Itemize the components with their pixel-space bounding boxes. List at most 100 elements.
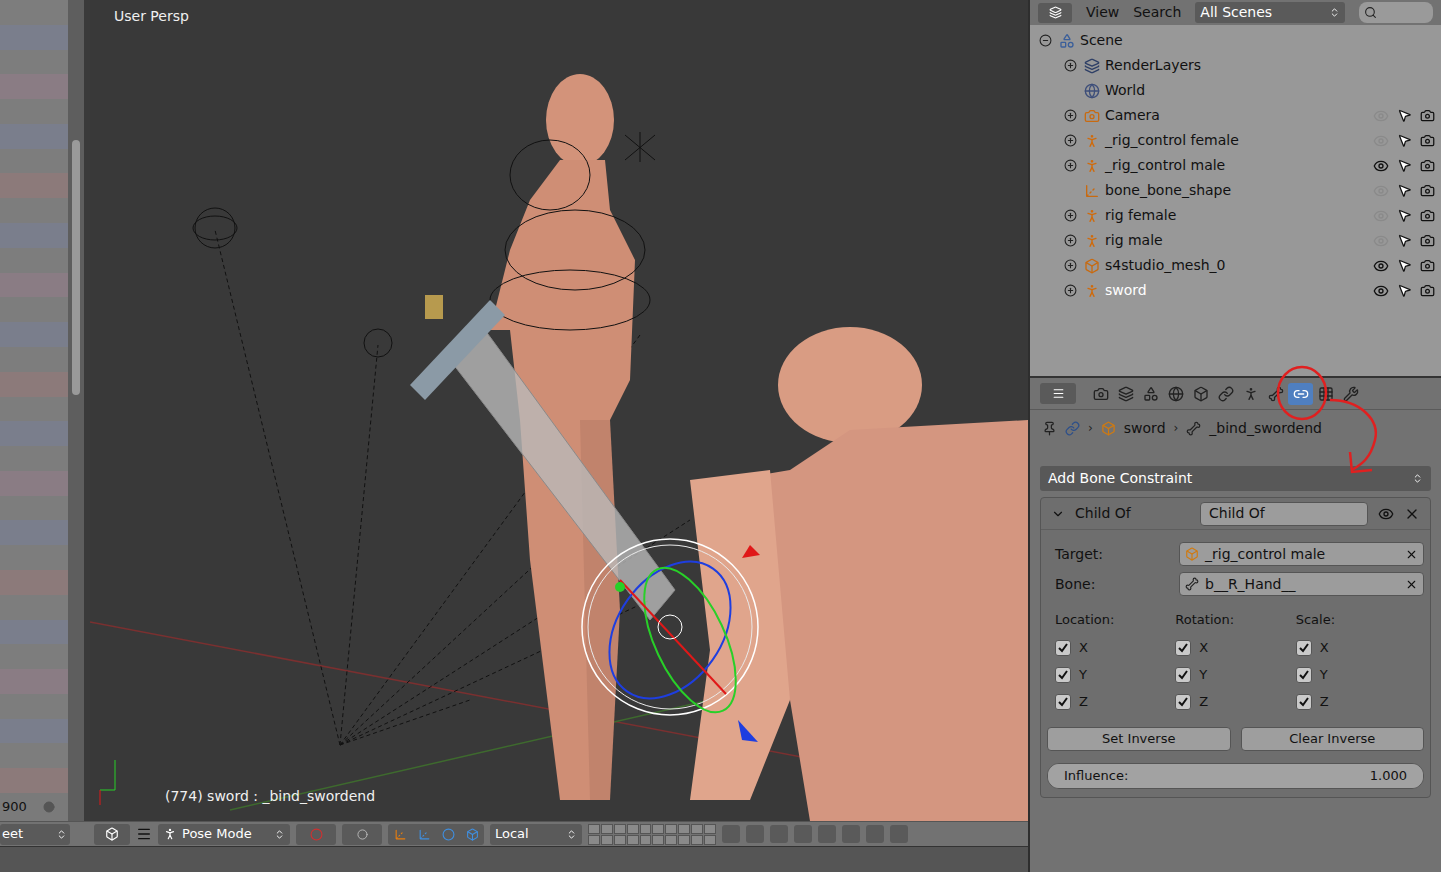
editor-type-button[interactable] [1038, 3, 1072, 23]
outliner-row[interactable]: s4studio_mesh_0 [1030, 253, 1441, 278]
collapse-icon[interactable] [1051, 507, 1065, 521]
pivot-button[interactable] [342, 824, 382, 845]
outliner-item-name[interactable]: rig male [1105, 230, 1163, 251]
select-icon[interactable] [1397, 233, 1412, 248]
layer-grid[interactable] [588, 824, 716, 845]
scrollbar-thumb[interactable] [72, 140, 80, 395]
delete-constraint-icon[interactable] [1404, 506, 1420, 522]
outliner-row[interactable]: World [1030, 78, 1441, 103]
axis-checkbox[interactable]: Z [1296, 688, 1416, 715]
editor-type-button[interactable] [1040, 383, 1076, 404]
properties-tab[interactable] [1288, 383, 1313, 405]
outliner-row[interactable]: _rig_control female [1030, 128, 1441, 153]
axis-checkbox[interactable]: X [1296, 634, 1416, 661]
clear-field-icon[interactable] [1405, 578, 1418, 591]
properties-tab[interactable] [1338, 383, 1363, 405]
outliner-item-name[interactable]: Camera [1105, 105, 1160, 126]
axis-checkbox[interactable]: Y [1055, 661, 1175, 688]
mode-dropdown[interactable]: Pose Mode [158, 824, 290, 845]
select-icon[interactable] [1397, 283, 1412, 298]
visibility-icon[interactable] [1373, 158, 1389, 174]
visibility-icon[interactable] [1373, 133, 1389, 149]
visibility-icon[interactable] [1373, 283, 1389, 299]
outliner-item-name[interactable]: sword [1105, 280, 1147, 301]
orientation-dropdown[interactable]: Local [490, 824, 582, 845]
properties-tab[interactable] [1238, 383, 1263, 405]
properties-tab[interactable] [1263, 383, 1288, 405]
header-tool-button[interactable] [866, 825, 884, 843]
select-icon[interactable] [1397, 158, 1412, 173]
axis-checkbox[interactable]: Y [1296, 661, 1416, 688]
axis-checkbox[interactable]: Z [1055, 688, 1175, 715]
scene-filter-dropdown[interactable]: All Scenes [1195, 2, 1345, 23]
outliner-row[interactable]: bone_bone_shape [1030, 178, 1441, 203]
select-icon[interactable] [1397, 108, 1412, 123]
render-icon[interactable] [1420, 283, 1435, 298]
outliner-item-name[interactable]: World [1105, 80, 1145, 101]
menu-icon[interactable] [136, 826, 152, 842]
menu-item[interactable]: Search [1133, 2, 1181, 23]
outliner-row[interactable]: Camera [1030, 103, 1441, 128]
outliner-row[interactable]: rig female [1030, 203, 1441, 228]
clear-field-icon[interactable] [1405, 548, 1418, 561]
select-icon[interactable] [1397, 208, 1412, 223]
header-tool-button[interactable] [890, 825, 908, 843]
inverse-button[interactable]: Clear Inverse [1241, 727, 1425, 751]
viewport[interactable]: User Persp(774) sword : _bind_swordend [90, 0, 1028, 821]
outliner-row[interactable]: sword [1030, 278, 1441, 303]
visibility-icon[interactable] [1373, 258, 1389, 274]
render-icon[interactable] [1420, 108, 1435, 123]
frame-value[interactable]: 900 [2, 797, 27, 817]
render-icon[interactable] [1420, 183, 1435, 198]
properties-tab[interactable] [1188, 383, 1213, 405]
properties-tab[interactable] [1088, 383, 1113, 405]
menu-item[interactable]: View [1086, 2, 1119, 23]
expand-icon[interactable] [1064, 159, 1077, 172]
axis-checkbox[interactable]: X [1175, 634, 1295, 661]
expand-icon[interactable] [1064, 109, 1077, 122]
header-tool-button[interactable] [746, 825, 764, 843]
editor-menu[interactable]: eet [0, 824, 70, 845]
manipulator-buttons[interactable] [388, 824, 484, 845]
inverse-button[interactable]: Set Inverse [1047, 727, 1231, 751]
expand-icon[interactable] [1064, 59, 1077, 72]
visibility-icon[interactable] [1373, 208, 1389, 224]
editor-type-button[interactable] [94, 824, 130, 845]
expand-icon[interactable] [1064, 234, 1077, 247]
select-icon[interactable] [1397, 133, 1412, 148]
outliner-row[interactable]: _rig_control male [1030, 153, 1441, 178]
outliner-row[interactable]: RenderLayers [1030, 53, 1441, 78]
pin-icon[interactable] [1042, 421, 1057, 436]
render-icon[interactable] [1420, 133, 1435, 148]
header-tool-button[interactable] [842, 825, 860, 843]
constraint-visibility-icon[interactable] [1378, 506, 1394, 522]
render-icon[interactable] [1420, 258, 1435, 273]
header-tool-button[interactable] [722, 825, 740, 843]
constraint-field[interactable]: b__R_Hand__ [1179, 572, 1424, 596]
outliner-item-name[interactable]: rig female [1105, 205, 1176, 226]
header-tool-button[interactable] [794, 825, 812, 843]
search-field[interactable] [1359, 2, 1433, 23]
outliner-row[interactable]: Scene [1030, 28, 1441, 53]
expand-icon[interactable] [1064, 259, 1077, 272]
viewport-scene[interactable] [90, 0, 1028, 821]
visibility-icon[interactable] [1373, 108, 1389, 124]
properties-tab[interactable] [1213, 383, 1238, 405]
render-icon[interactable] [1420, 158, 1435, 173]
collapse-icon[interactable] [1039, 34, 1052, 47]
header-tool-button[interactable] [770, 825, 788, 843]
visibility-icon[interactable] [1373, 183, 1389, 199]
add-constraint-dropdown[interactable]: Add Bone Constraint [1040, 466, 1431, 491]
outliner-item-name[interactable]: bone_bone_shape [1105, 180, 1231, 201]
visibility-icon[interactable] [1373, 233, 1389, 249]
expand-icon[interactable] [1064, 284, 1077, 297]
render-icon[interactable] [1420, 208, 1435, 223]
expand-icon[interactable] [1064, 209, 1077, 222]
properties-tab[interactable] [1313, 383, 1338, 405]
properties-tab[interactable] [1138, 383, 1163, 405]
properties-tab[interactable] [1113, 383, 1138, 405]
axis-checkbox[interactable]: Z [1175, 688, 1295, 715]
outliner-item-name[interactable]: _rig_control female [1105, 130, 1239, 151]
outliner-item-name[interactable]: RenderLayers [1105, 55, 1201, 76]
axis-checkbox[interactable]: Y [1175, 661, 1295, 688]
